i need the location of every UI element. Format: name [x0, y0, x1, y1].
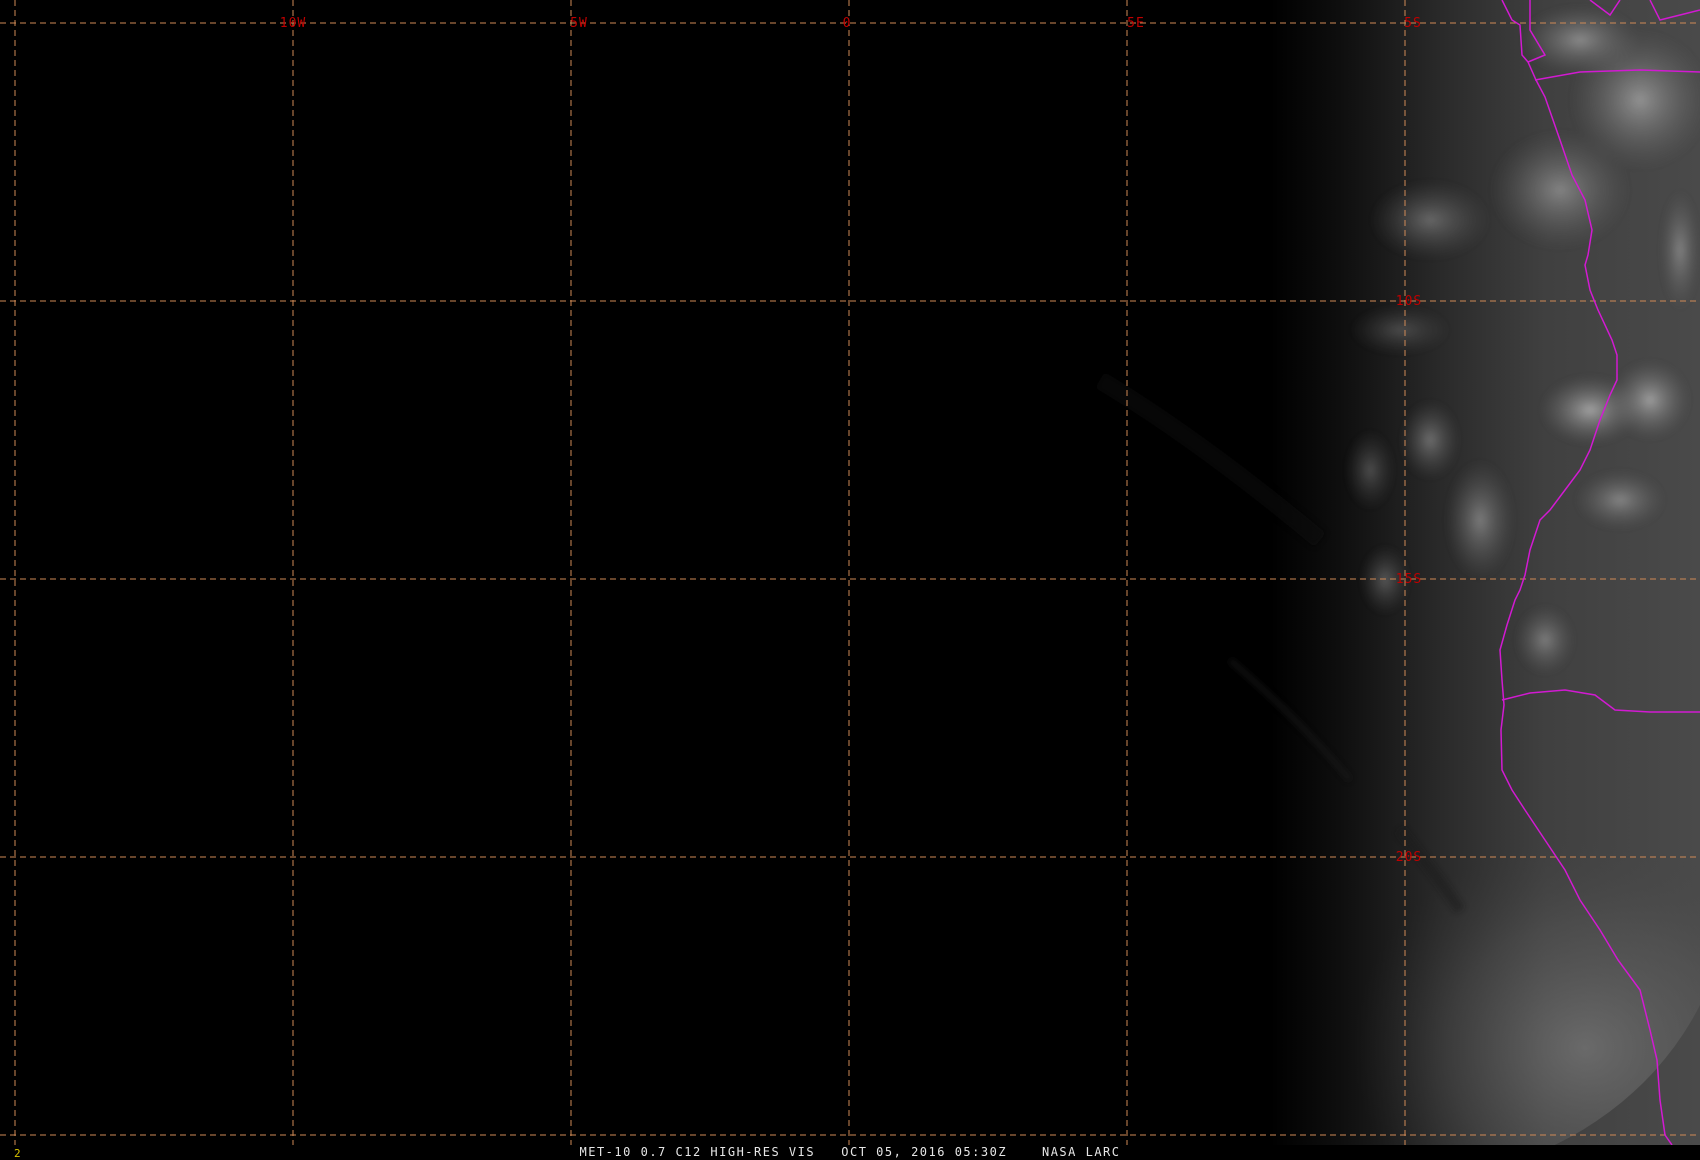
satellite-image: 10W 5W 0 5E 5S 10S 15S 20S — [0, 0, 1700, 1160]
image-caption: MET-10 0.7 C12 HIGH-RES VIS OCT 05, 2016… — [0, 1145, 1700, 1159]
data-source: NASA LARC — [1041, 1145, 1121, 1159]
latitude-label: 5S — [1404, 16, 1422, 31]
longitude-label: 0 — [843, 16, 852, 31]
longitude-label: 10W — [280, 16, 306, 31]
latitude-label: 15S — [1396, 572, 1422, 587]
channel-name: 0.7 C12 HIGH-RES VIS — [640, 1145, 816, 1159]
timestamp: OCT 05, 2016 05:30Z — [841, 1145, 1008, 1159]
longitude-label: 5W — [570, 16, 588, 31]
latitude-label: 20S — [1396, 850, 1422, 865]
latitude-label: 10S — [1396, 294, 1422, 309]
longitude-label: 5E — [1127, 16, 1145, 31]
satellite-name: MET-10 — [579, 1145, 632, 1159]
